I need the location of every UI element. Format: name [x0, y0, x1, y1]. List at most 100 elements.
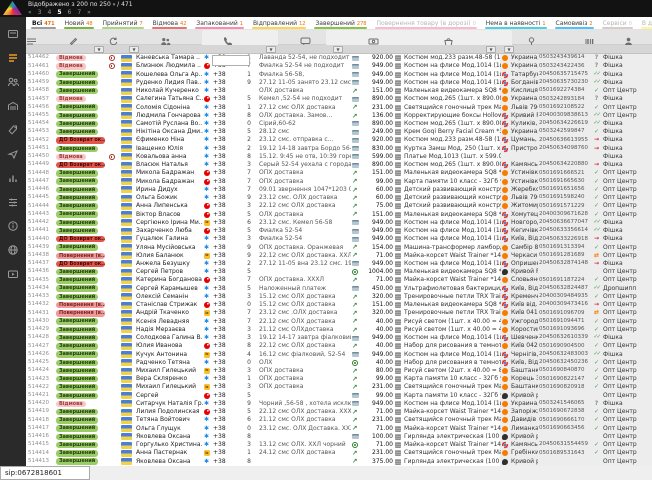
clients-icon[interactable] [160, 32, 171, 43]
last-page-button[interactable]: » [87, 9, 91, 16]
tab-Відправлений[interactable]: Відправлений12 [252, 17, 307, 29]
order-row[interactable]: 514460ЗавершенийКошелева Ольга Ар..✱+381… [26, 70, 652, 78]
client-phone[interactable]: +38 [213, 392, 237, 400]
tab-Самовивіз[interactable]: Самовивіз2 [555, 17, 594, 29]
order-row[interactable]: 514454ЗавершенийСамотій Руслана Во..✱+38… [26, 120, 652, 128]
order-row[interactable]: 514420ВідмоваСитарчук Наталія Гр..✱+389Ч… [26, 400, 652, 408]
sidebar-item-products[interactable] [7, 124, 19, 136]
order-row[interactable]: 514434ЗавершенийСергей Карамышев✱+385Нал… [26, 285, 652, 293]
order-row[interactable]: 514458ЗавершенийНиколай Кучеренко✱+38ОЛХ… [26, 87, 652, 95]
product-filter-dropdown[interactable]: ▼ [486, 46, 496, 53]
tab-Відмова[interactable]: Відмова42 [152, 17, 188, 29]
edit-icon[interactable] [68, 32, 79, 43]
order-row[interactable]: 514457ВідмоваСалегина Татьяна С..+385Кем… [26, 95, 652, 103]
tab-В дорозі додому[interactable]: В дорозі додому0 [641, 17, 652, 29]
order-row[interactable]: 514436ЗавершенийСергей Петров✱+3851004.0… [26, 268, 652, 276]
page-button[interactable]: 7 [77, 9, 81, 16]
client-phone[interactable]: +38 [213, 433, 237, 441]
flag-filter-dropdown[interactable]: ▼ [129, 46, 139, 53]
client-phone[interactable]: +38 [213, 301, 237, 309]
tab-Нема в наявності[interactable]: Нема в наявності1 [485, 17, 547, 29]
order-row[interactable]: 514444ЗавершенийАнна Липенська+38322.12 … [26, 202, 652, 210]
sidebar-item-warehouse[interactable] [7, 100, 19, 112]
client-phone[interactable]: +38 [213, 128, 237, 136]
order-row[interactable]: 514432Повернення (в..Станіслав Стрижак+3… [26, 301, 652, 309]
client-phone[interactable]: +38 [213, 136, 237, 144]
client-phone[interactable]: +38 [213, 112, 237, 120]
client-phone[interactable]: +38 [213, 243, 237, 251]
page-button[interactable]: 5 [57, 9, 61, 16]
client-phone[interactable]: +38 [213, 260, 237, 268]
client-phone[interactable]: +38 [213, 194, 237, 202]
comment-icon[interactable] [300, 32, 311, 43]
tab-Новий[interactable]: Новий48 [64, 17, 94, 29]
client-phone[interactable]: +38 [213, 309, 237, 317]
client-phone[interactable]: +38 [213, 285, 237, 293]
order-row[interactable]: 514424ЗавершенийМихаил Гилецькийlc+383ОП… [26, 367, 652, 375]
manager-icon[interactable] [623, 32, 634, 43]
client-phone[interactable]: +38 [213, 425, 237, 433]
page-button[interactable]: 4 [48, 9, 52, 16]
sidebar-item-boards[interactable] [7, 28, 19, 40]
barcode-icon[interactable] [584, 32, 595, 43]
client-phone[interactable]: +38 [213, 120, 237, 128]
client-phone[interactable]: +38 [213, 87, 237, 95]
order-row[interactable]: 514428ЗавершенийСолодкова Галина В..✱+38… [26, 334, 652, 342]
order-row[interactable]: 514450ВідмоваКовальова анна✱+38815.12. 9… [26, 153, 652, 161]
order-row[interactable]: 514439ЗавершенийУляна Мусійовська✱+389ОП… [26, 243, 652, 251]
client-phone[interactable]: +38 [213, 416, 237, 424]
sidebar-item-statistics[interactable] [7, 172, 19, 184]
first-page-button[interactable]: « [28, 9, 32, 16]
client-phone[interactable]: +38 [213, 359, 237, 367]
order-row[interactable]: 514442ЗавершенийСергіюнко Ірина Ми..lc+3… [26, 219, 652, 227]
client-phone[interactable]: +38 [213, 326, 237, 334]
client-phone[interactable]: +38 [213, 457, 237, 465]
order-row[interactable]: 514451ЗавершенийІващенко Юлія✱+38219.12 … [26, 145, 652, 153]
client-phone[interactable]: +38 [213, 400, 237, 408]
order-row[interactable]: 514414ЗавершенийАнна Пастернакlc+38124.1… [26, 449, 652, 457]
client-phone[interactable]: +38 [213, 169, 237, 177]
order-row[interactable]: 514452ДО Возврат ок..Єфименко Ніна✱+3822… [26, 136, 652, 144]
client-phone[interactable]: +38 [213, 145, 237, 153]
phone-icon[interactable] [222, 32, 233, 43]
list-icon[interactable] [26, 32, 37, 43]
app-logo-icon[interactable] [3, 1, 22, 15]
order-row[interactable]: 514419ЗавершенийЛилия Подолинская+38522.… [26, 408, 652, 416]
order-row[interactable]: 514427ЗавершенийЮлия Иванова+38822.12 см… [26, 342, 652, 350]
client-phone[interactable]: +38 [213, 408, 237, 416]
client-phone[interactable]: +38 [213, 383, 237, 391]
client-phone[interactable]: +38 [213, 293, 237, 301]
client-phone[interactable]: +38 [213, 235, 237, 243]
page-button[interactable]: 6 [68, 9, 72, 16]
order-row[interactable]: 514421ЗавершенийСергей+38599.00Карта пам… [26, 392, 652, 400]
sidebar-item-info[interactable] [7, 220, 19, 232]
client-phone[interactable]: +38 [213, 227, 237, 235]
order-row[interactable]: 514430ЗавершенийКсенія Левадняя✱+38722.1… [26, 318, 652, 326]
comment-filter-dropdown[interactable]: ▼ [333, 46, 343, 53]
tab-Всі[interactable]: Всі471 [31, 17, 56, 29]
page-size-dropdown[interactable]: ▾ [113, 2, 116, 8]
tab-Прийнятий[interactable]: Прийнятий7 [102, 17, 144, 29]
order-row[interactable]: 514418ЗавершенийТетяна Войтович✱+38621.1… [26, 416, 652, 424]
order-row[interactable]: 514437ДО Возврат ок..Анжела Безушку✱+382… [26, 260, 652, 268]
order-row[interactable]: 514456ЗавершенийСоломія Сідоніна✱+38127.… [26, 103, 652, 111]
order-row[interactable]: 514445ЗавершенийОльга Божик✱+38923.12 см… [26, 194, 652, 202]
page-button[interactable]: 3 [38, 9, 42, 16]
client-phone[interactable]: +38 [213, 334, 237, 342]
client-phone[interactable]: +38 [213, 367, 237, 375]
tab-Запакований[interactable]: Запакований1 [195, 17, 244, 29]
client-phone[interactable]: +38 [213, 210, 237, 218]
order-row[interactable]: 514426ЗавершенийКучук Антонинаlc+38416.1… [26, 350, 652, 358]
client-phone[interactable]: +38 [213, 375, 237, 383]
client-phone[interactable]: +38 [213, 153, 237, 161]
order-row[interactable]: 514443ЗавершенийВіктор Власов+385ОЛХ дос… [26, 210, 652, 218]
sidebar-item-settings[interactable] [7, 196, 19, 208]
order-row[interactable]: 514431Повернення (в..Андрій Ткаченкоlc+3… [26, 309, 652, 317]
order-row[interactable]: 514413ЗавершенийЯковлева Оксана✱+388↗375… [26, 457, 652, 465]
order-row[interactable]: 514462ВідмоваКаневська Тамара ..✱+381Лав… [26, 54, 652, 62]
order-row[interactable]: 514446ЗавершенийИрина Дидух✱+38709.01 зв… [26, 186, 652, 194]
order-row[interactable]: 514422ЗавершенийМихаил Гилецькийlc+383ОП… [26, 383, 652, 391]
sidebar-item-video[interactable] [7, 268, 19, 280]
sidebar-item-integrations[interactable] [7, 244, 19, 256]
client-phone[interactable]: +38 [213, 318, 237, 326]
